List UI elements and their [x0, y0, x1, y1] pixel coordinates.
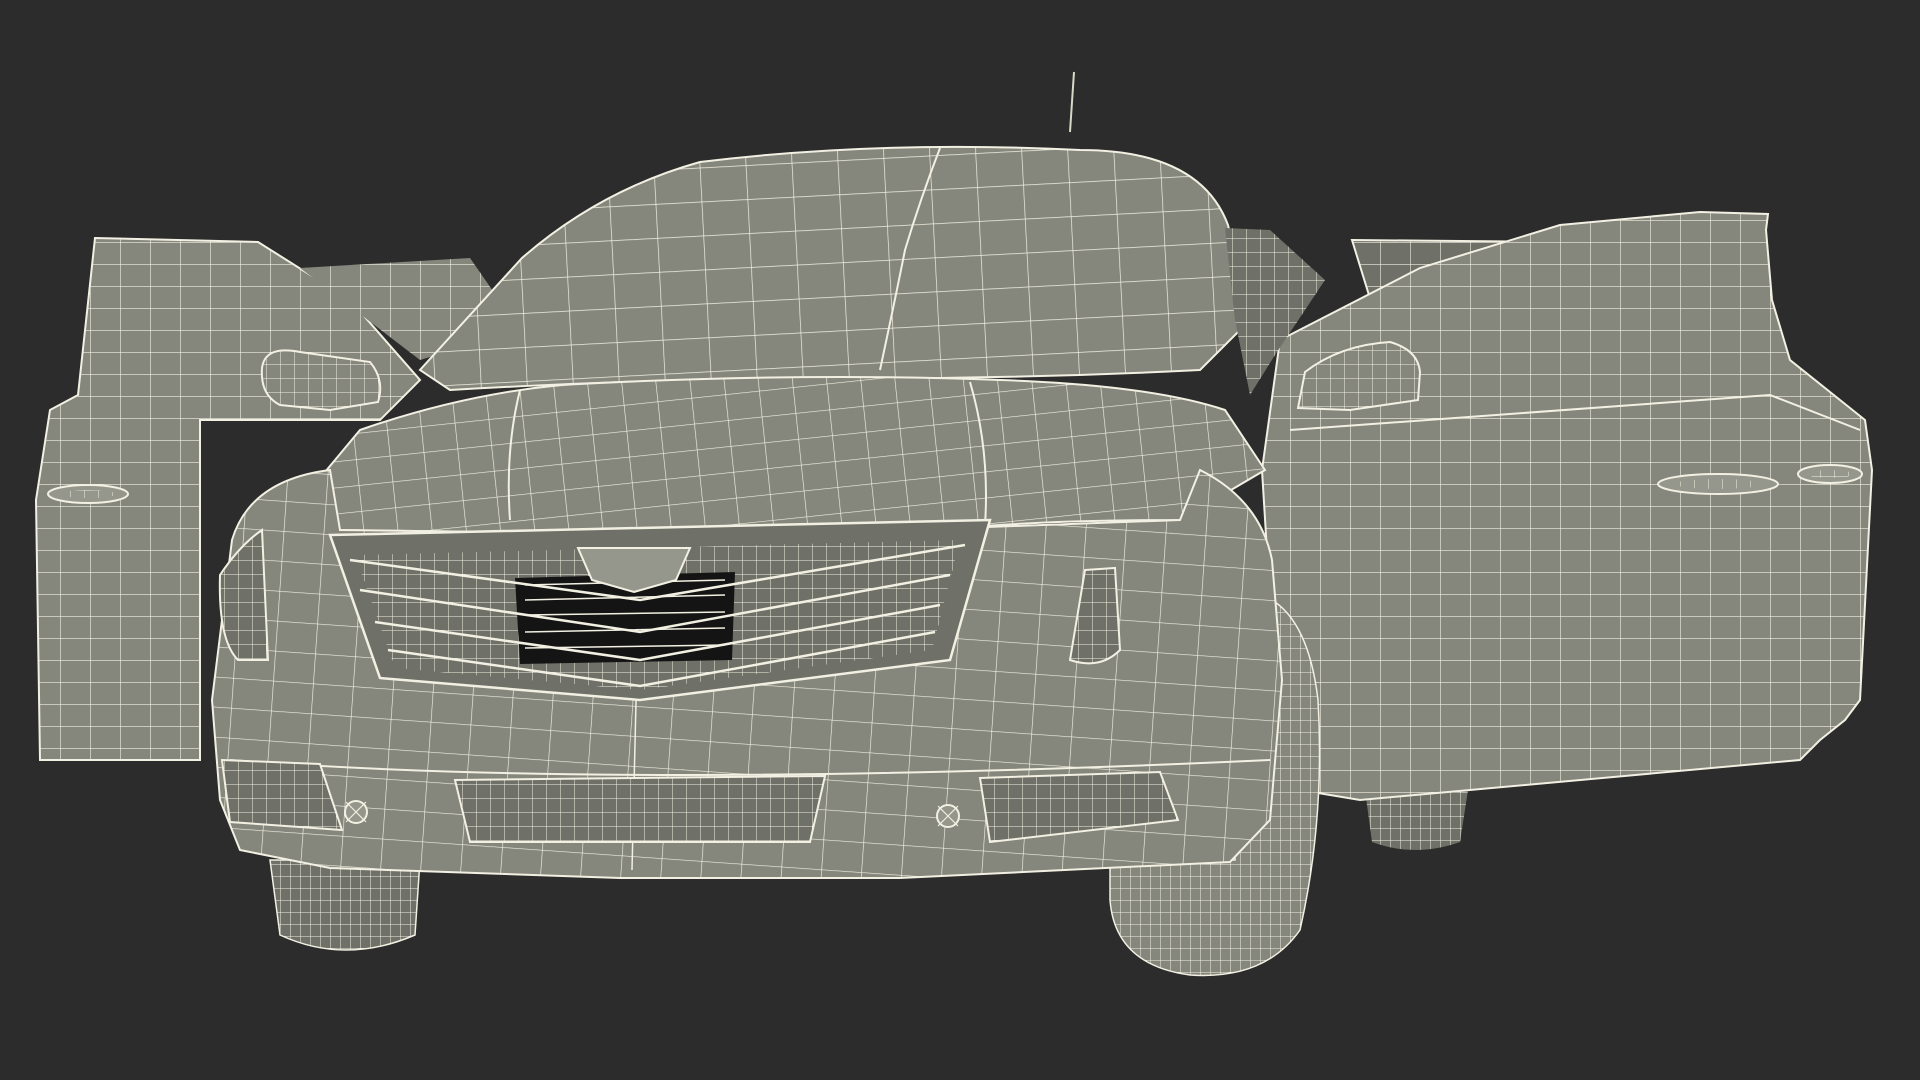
right-fog-light	[936, 804, 960, 828]
hood	[308, 375, 1267, 536]
left-fog-light	[344, 800, 368, 824]
render-viewport	[0, 0, 1920, 1080]
right-front-door-open	[1260, 210, 1874, 802]
roof	[418, 145, 1252, 392]
left-headlight	[218, 528, 270, 661]
right-rear-door-handle	[1797, 464, 1863, 484]
left-door-handle	[47, 484, 129, 504]
antenna	[1069, 71, 1075, 133]
right-door-handle	[1657, 473, 1779, 495]
car-wireframe-render	[34, 71, 1874, 977]
front-left-wheel	[269, 859, 421, 951]
lower-air-intake	[453, 774, 827, 843]
